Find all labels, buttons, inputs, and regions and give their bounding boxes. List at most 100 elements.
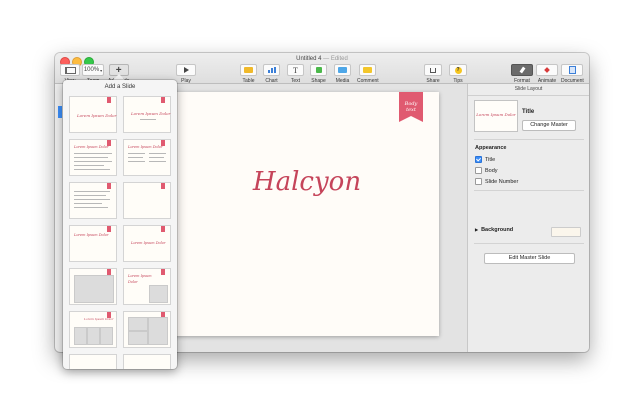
text-line <box>149 157 164 158</box>
text-line <box>128 161 145 162</box>
layout-title-center[interactable]: Lorem Ipsum Dolor <box>123 225 171 262</box>
ribbon-text[interactable]: Body text <box>400 101 422 113</box>
inspector-header: Slide Layout <box>468 84 589 96</box>
media-button[interactable]: Media <box>334 64 351 84</box>
layout-extra-1[interactable] <box>69 354 117 369</box>
chart-button[interactable]: Chart <box>263 64 280 84</box>
photo-placeholder <box>148 317 168 345</box>
layout-blank[interactable] <box>123 182 171 219</box>
title-checkbox[interactable] <box>475 156 482 163</box>
background-color-well[interactable] <box>551 227 581 237</box>
layout-extra-2[interactable] <box>123 354 171 369</box>
layout-sample-title: Lorem Ipsum Dolor <box>128 145 163 149</box>
layout-sample-title: Lorem Ipsum Dolor <box>77 113 117 118</box>
layout-photo[interactable] <box>69 268 117 305</box>
layout-title-bullets[interactable]: Lorem Ipsum Dolor <box>69 139 117 176</box>
share-button[interactable]: Share <box>424 64 442 84</box>
play-icon <box>176 64 196 76</box>
background-label: Background <box>481 227 514 233</box>
table-icon <box>244 67 253 73</box>
slide-number-checkbox[interactable] <box>475 178 482 185</box>
photo-placeholder <box>100 327 113 345</box>
photo-placeholder <box>87 327 100 345</box>
body-checkbox-label: Body <box>485 167 498 174</box>
disclosure-triangle-icon[interactable]: ▶ <box>475 227 478 232</box>
zoom-value: 100% <box>83 67 100 73</box>
text-line <box>74 195 106 196</box>
text-line <box>74 207 108 208</box>
edit-master-slide-button[interactable]: Edit Master Slide <box>484 253 575 264</box>
document-button[interactable]: Document <box>561 64 584 84</box>
slide-number-checkbox-row[interactable]: Slide Number <box>475 178 518 185</box>
layout-sample-title: Lorem Ipsum Dolor <box>84 317 114 321</box>
layout-title-subtitle[interactable]: Lorem Ipsum Dolor <box>123 96 171 133</box>
comment-button[interactable]: Comment <box>357 64 379 84</box>
layout-sample-title: Lorem Ipsum Dolor <box>74 233 109 237</box>
diamond-icon <box>544 67 550 73</box>
shape-button[interactable]: Shape <box>310 64 327 84</box>
layout-bullets[interactable] <box>69 182 117 219</box>
paintbrush-icon <box>511 64 533 76</box>
body-checkbox-row[interactable]: Body <box>475 167 498 174</box>
format-button[interactable]: Format <box>511 64 533 84</box>
slide-title[interactable]: Halcyon <box>175 167 439 197</box>
text-line <box>74 161 112 162</box>
document-status: Edited <box>330 56 348 62</box>
text-line <box>74 157 108 158</box>
text-line <box>149 161 166 162</box>
document-name: Untitled 4 <box>296 56 322 62</box>
tips-button[interactable]: ? Tips <box>449 64 467 84</box>
slide-canvas[interactable]: Halcyon Body text <box>173 84 467 352</box>
text-button[interactable]: T Text <box>287 64 304 84</box>
popover-title: Add a Slide <box>104 84 136 90</box>
body-checkbox[interactable] <box>475 167 482 174</box>
play-button[interactable]: Play <box>176 64 196 84</box>
comment-icon <box>363 67 373 73</box>
text-line <box>74 191 110 192</box>
slide-number-checkbox-label: Slide Number <box>485 178 519 185</box>
slide[interactable]: Halcyon Body text <box>175 92 439 336</box>
divider <box>474 190 584 191</box>
title-checkbox-row[interactable]: Title <box>475 156 495 163</box>
ribbon-icon <box>107 97 111 103</box>
background-row[interactable]: ▶ Background <box>475 227 513 233</box>
shape-icon <box>315 67 322 73</box>
photo-placeholder <box>149 285 168 303</box>
text-line <box>74 203 102 204</box>
selected-slide-indicator <box>58 106 62 118</box>
text-line <box>140 119 156 120</box>
table-button[interactable]: Table <box>240 64 257 84</box>
text-line <box>74 153 112 154</box>
document-title: Untitled 4 — Edited <box>55 56 589 62</box>
text-line <box>128 157 143 158</box>
change-master-button[interactable]: Change Master <box>522 120 576 131</box>
ribbon-icon <box>107 183 111 189</box>
layout-title-photo[interactable]: Lorem Ipsum Dolor <box>123 268 171 305</box>
photo-placeholder <box>128 331 148 345</box>
layout-sample-title: Lorem Ipsum Dolor <box>131 241 166 245</box>
divider <box>474 243 584 244</box>
layout-sample-title: Lorem Ipsum Dolor <box>74 145 109 149</box>
layout-photo-grid[interactable] <box>123 311 171 348</box>
text-icon: T <box>287 64 304 76</box>
chart-icon <box>267 67 276 73</box>
ribbon-icon <box>161 183 165 189</box>
text-line <box>74 165 104 166</box>
layout-title-photos[interactable]: Lorem Ipsum Dolor <box>69 311 117 348</box>
layout-sample-title: Lorem Ipsum Dolor <box>131 111 171 116</box>
layout-title[interactable]: Lorem Ipsum Dolor <box>69 96 117 133</box>
photo-placeholder <box>74 275 114 303</box>
layout-sample-subtitle: Dolor <box>128 280 138 284</box>
layout-title-top[interactable]: Lorem Ipsum Dolor <box>69 225 117 262</box>
animate-button[interactable]: Animate <box>536 64 558 84</box>
layout-title-two-column[interactable]: Lorem Ipsum Dolor <box>123 139 171 176</box>
title-separator: — <box>323 56 330 62</box>
tips-icon: ? <box>454 66 462 74</box>
media-icon <box>338 67 347 73</box>
photo-placeholder <box>128 317 148 331</box>
master-name: Title <box>522 109 535 115</box>
ribbon-icon <box>161 269 165 275</box>
master-thumbnail[interactable]: Lorem Ipsum Dolor <box>474 100 518 132</box>
divider <box>474 139 584 140</box>
chevron-down-icon: ▾ <box>100 67 103 73</box>
